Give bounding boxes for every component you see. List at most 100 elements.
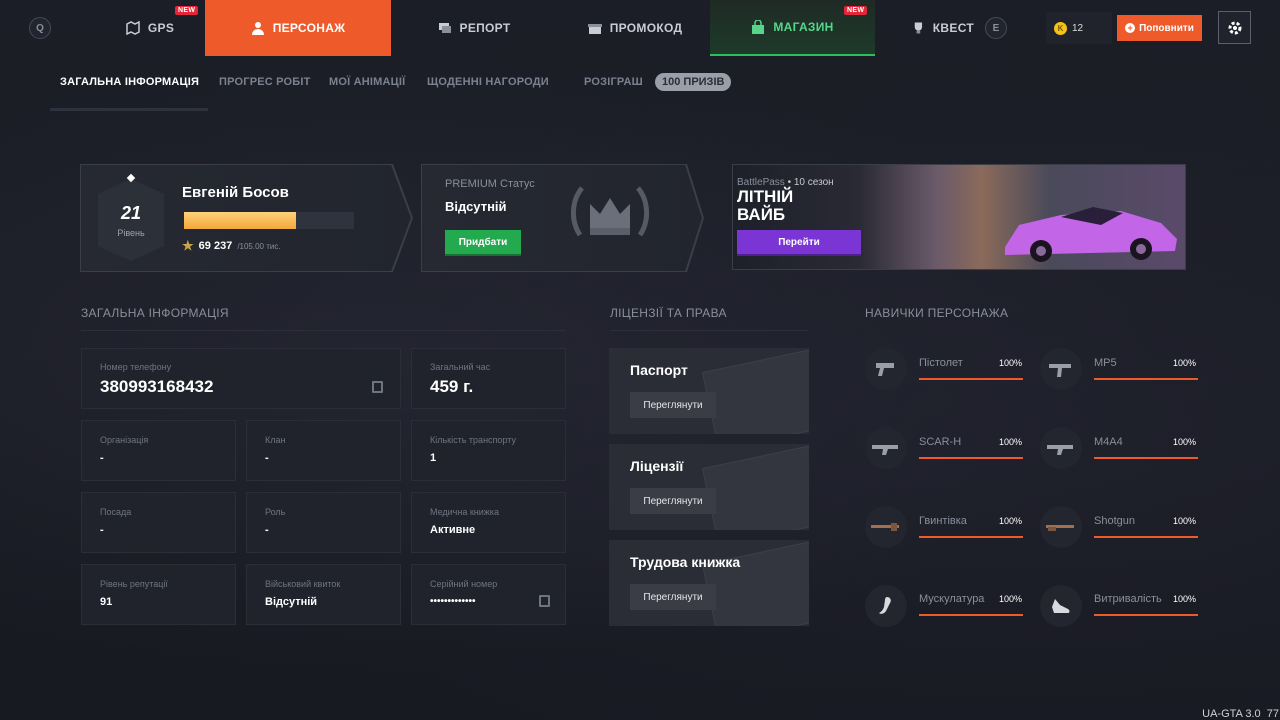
tab-character[interactable]: ПЕРСОНАЖ <box>205 0 391 56</box>
player-name: Евгеній Босов <box>182 184 289 201</box>
role-value: - <box>265 524 269 536</box>
skill-percent: 100% <box>999 437 1023 447</box>
top-navigation: Q GPS NEW ПЕРСОНАЖ РЕПОРТ ПРОМОКОД МАГАЗ… <box>0 0 1280 56</box>
skill-name: Гвинтівка <box>919 515 967 527</box>
car-image <box>1005 207 1177 262</box>
coin-balance: K 12 <box>1046 12 1112 44</box>
topup-label: Поповнити <box>1139 22 1194 34</box>
phone-value: 380993168432 <box>100 377 214 396</box>
version-label: UA-GTA 3.0 77 <box>1202 708 1279 720</box>
skill-percent: 100% <box>1173 437 1197 447</box>
shoe-icon <box>1040 585 1082 627</box>
shotgun-icon <box>1040 506 1082 548</box>
view-button[interactable]: Переглянути <box>630 392 716 418</box>
subtab-animations[interactable]: МОЇ АНІМАЦІЇ <box>329 76 405 88</box>
divider <box>610 330 808 331</box>
gift-icon <box>587 24 602 34</box>
skill-percent: 100% <box>1173 516 1197 526</box>
star-icon: ★ <box>182 238 194 253</box>
view-button[interactable]: Переглянути <box>630 488 716 514</box>
trophy-icon <box>914 22 923 34</box>
skill-bar <box>1094 536 1198 538</box>
tab-promocode[interactable]: ПРОМОКОД <box>560 0 710 56</box>
phone-label: Номер телефону <box>100 362 172 372</box>
skill-bar <box>919 457 1023 459</box>
bag-icon <box>752 20 765 34</box>
skill-name: Пістолет <box>919 357 963 369</box>
transport-box: Кількість транспорту 1 <box>411 420 566 481</box>
skill-name: Мускулатура <box>919 593 985 605</box>
level-badge: 21 Рівень <box>98 179 164 261</box>
muscle-icon <box>865 585 907 627</box>
active-tab-underline <box>50 108 208 111</box>
tab-quest-label: КВЕСТ <box>932 21 974 35</box>
transport-value: 1 <box>430 452 437 464</box>
position-box: Посада - <box>81 492 236 553</box>
xp-text: ★ 69 237 /105.00 тис. <box>182 238 281 254</box>
playtime-value: 459 г. <box>430 377 474 396</box>
xp-max: /105.00 тис. <box>237 241 281 251</box>
tab-shop-label: МАГАЗИН <box>773 20 834 34</box>
topup-button[interactable]: + Поповнити <box>1117 15 1202 41</box>
skill-name: Витривалість <box>1094 593 1162 605</box>
copy-icon[interactable] <box>539 595 550 607</box>
new-badge: NEW <box>175 6 199 15</box>
copy-icon[interactable] <box>372 381 383 393</box>
section-skills-header: НАВИЧКИ ПЕРСОНАЖА <box>865 306 1009 320</box>
reputation-box: Рівень репутації 91 <box>81 564 236 625</box>
buy-premium-button[interactable]: Придбати <box>445 230 521 256</box>
tab-gps[interactable]: GPS NEW <box>95 0 205 56</box>
organization-label: Організація <box>100 435 149 445</box>
clan-value: - <box>265 452 269 464</box>
xp-current: 69 237 <box>198 240 233 252</box>
e-key-hint[interactable]: E <box>985 17 1007 39</box>
settings-button[interactable] <box>1218 11 1251 44</box>
section-licenses-header: ЛІЦЕНЗІЇ ТА ПРАВА <box>610 306 727 320</box>
reputation-value: 91 <box>100 596 113 608</box>
organization-box: Організація - <box>81 420 236 481</box>
tab-report[interactable]: РЕПОРТ <box>410 0 538 56</box>
skill-name: SCAR-H <box>919 436 962 448</box>
skill-percent: 100% <box>1173 594 1197 604</box>
skill-percent: 100% <box>1173 358 1197 368</box>
tab-character-label: ПЕРСОНАЖ <box>272 21 346 35</box>
military-value: Відсутній <box>265 596 318 608</box>
playtime-box: Загальний час 459 г. <box>411 348 566 409</box>
sub-tabs: ЗАГАЛЬНА ІНФОРМАЦІЯ ПРОГРЕС РОБІТ МОЇ АН… <box>50 66 770 112</box>
skill-percent: 100% <box>999 516 1023 526</box>
view-button[interactable]: Переглянути <box>630 584 716 610</box>
skill-bar <box>1094 457 1198 459</box>
plus-icon: + <box>1125 23 1136 33</box>
rifle-icon <box>865 427 907 469</box>
prize-badge: 100 ПРИЗІВ <box>655 73 732 91</box>
tab-shop[interactable]: МАГАЗИН NEW <box>710 0 875 56</box>
serial-label: Серійний номер <box>430 579 498 589</box>
q-key-hint[interactable]: Q <box>29 17 51 39</box>
chat-icon <box>438 23 451 33</box>
section-general-header: ЗАГАЛЬНА ІНФОРМАЦІЯ <box>81 306 229 320</box>
level-number: 21 <box>120 202 142 223</box>
coin-amount: 12 <box>1072 22 1084 34</box>
tab-quest[interactable]: КВЕСТ <box>912 0 974 56</box>
clan-label: Клан <box>265 435 286 445</box>
subtab-general[interactable]: ЗАГАЛЬНА ІНФОРМАЦІЯ <box>60 76 199 88</box>
subtab-daily-rewards[interactable]: ЩОДЕННІ НАГОРОДИ <box>427 76 549 88</box>
playtime-label: Загальний час <box>430 362 491 372</box>
tab-report-label: РЕПОРТ <box>459 21 511 35</box>
premium-status: Відсутній <box>445 199 507 214</box>
sniper-icon <box>865 506 907 548</box>
medical-box: Медична книжка Активне <box>411 492 566 553</box>
military-box: Військовий квиток Відсутній <box>246 564 401 625</box>
battlepass-go-button[interactable]: Перейти <box>737 230 861 256</box>
subtab-work-progress[interactable]: ПРОГРЕС РОБІТ <box>219 76 311 88</box>
medical-label: Медична книжка <box>430 507 499 517</box>
skill-name: Shotgun <box>1094 515 1135 527</box>
skill-name: MP5 <box>1094 357 1117 369</box>
tab-gps-label: GPS <box>147 21 175 35</box>
subtab-giveaway[interactable]: РОЗІГРАШ <box>584 76 643 88</box>
pistol-icon <box>865 348 907 390</box>
skill-percent: 100% <box>999 358 1023 368</box>
rifle-icon <box>1040 427 1082 469</box>
smg-icon <box>1040 348 1082 390</box>
document-art <box>701 349 809 434</box>
